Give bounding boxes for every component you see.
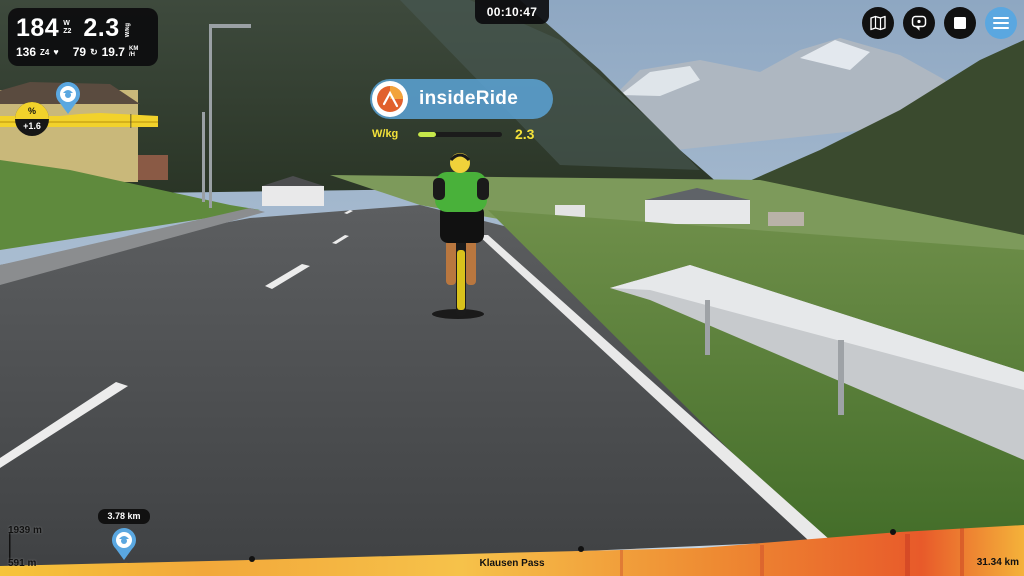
cadence-icon: ↻ [90, 46, 98, 57]
rider-distance-badge: 3.78 km [98, 509, 150, 524]
menu-button[interactable] [985, 7, 1017, 39]
map-icon [870, 15, 886, 31]
grade-value: +1.6 [23, 121, 41, 131]
heart-rate-value: 136 [16, 45, 37, 59]
heart-icon: ♥ [53, 47, 59, 57]
partner-logo-icon [372, 81, 408, 117]
cadence-value: 79 [72, 45, 87, 59]
camera-switch-icon [911, 15, 927, 31]
menu-icon [993, 17, 1009, 29]
profile-max-elevation: 1939 m [8, 525, 42, 536]
route-total-distance: 31.34 km [976, 557, 1019, 568]
partner-banner: insideRide [370, 79, 553, 119]
ride-stats-panel: 184 W Z2 2.3 W/kg 136 Z4 ♥ 79 ↻ 19.7 KM … [8, 8, 158, 66]
speed-unit: KM /H [128, 46, 139, 58]
wkg-meter-label: W/kg [372, 128, 399, 140]
wkg-unit: W/kg [124, 22, 131, 37]
hr-zone: Z4 [40, 47, 50, 57]
elapsed-timer: 00:10:47 [475, 0, 549, 24]
wkg-meter-value: 2.3 [515, 126, 535, 142]
wkg-meter-fill [418, 131, 437, 137]
rider-position-pin-icon [56, 82, 80, 114]
grade-badge: % +1.6 [15, 102, 49, 136]
stop-button[interactable] [944, 7, 976, 39]
map-button[interactable] [862, 7, 894, 39]
power-value: 184 [16, 14, 60, 42]
partner-name: insideRide [419, 88, 519, 109]
wkg-value: 2.3 [83, 14, 120, 42]
route-name: Klausen Pass [479, 558, 545, 569]
wkg-meter-track [418, 131, 502, 137]
wkg-target-meter: W/kg 2.3 [372, 126, 542, 142]
profile-min-elevation: 591 m [8, 558, 37, 569]
power-unit: W Z2 [63, 20, 72, 35]
camera-switch-button[interactable] [903, 7, 935, 39]
power-zone: Z2 [63, 28, 72, 35]
speed-value: 19.7 [101, 45, 125, 59]
stop-icon [954, 17, 966, 29]
profile-rider-pin-icon [112, 528, 136, 560]
